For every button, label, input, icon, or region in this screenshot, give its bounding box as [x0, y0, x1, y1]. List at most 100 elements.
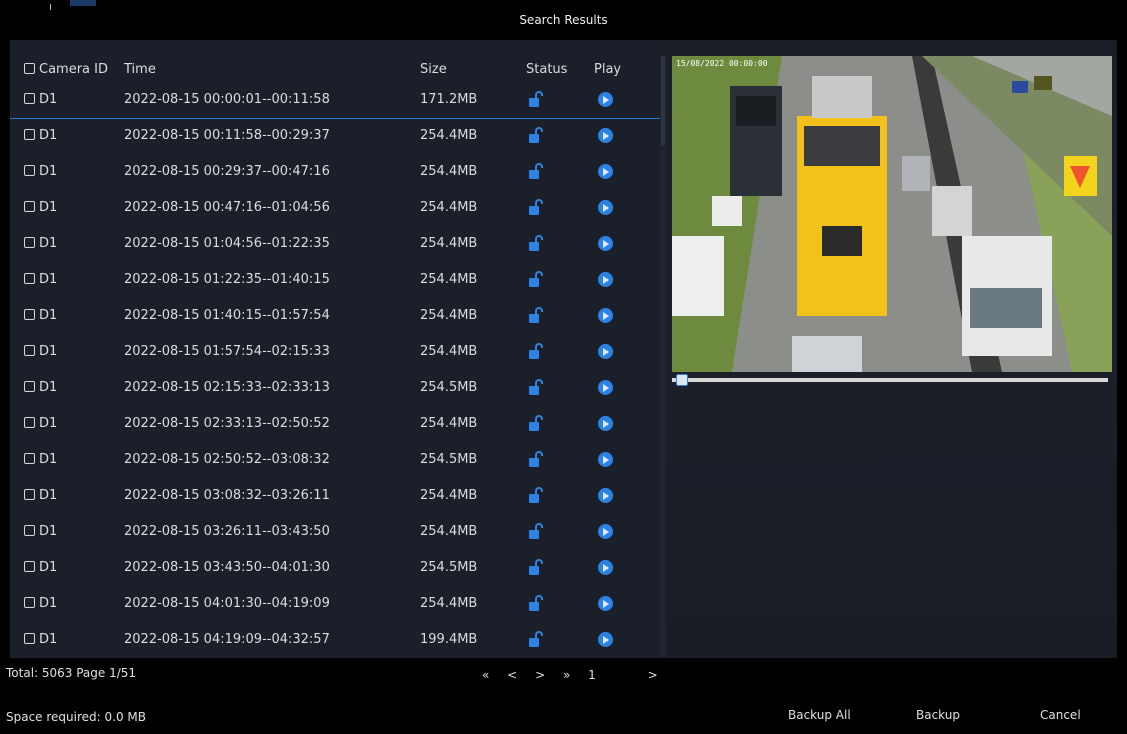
scrollbar-thumb[interactable] [661, 56, 665, 146]
unlock-icon[interactable] [528, 631, 544, 648]
row-checkbox[interactable] [24, 597, 35, 608]
select-all-checkbox[interactable] [24, 63, 35, 74]
play-button[interactable] [598, 524, 613, 539]
unlock-icon[interactable] [528, 523, 544, 540]
row-camera-id-cell[interactable]: D1 [24, 308, 57, 323]
table-row[interactable]: D1 2022-08-15 03:26:11--03:43:50 254.4MB [10, 514, 660, 550]
list-scrollbar[interactable] [660, 56, 666, 656]
unlock-icon[interactable] [528, 91, 544, 108]
cancel-button[interactable]: Cancel [1040, 708, 1081, 722]
select-all-header[interactable]: Camera ID [24, 62, 108, 77]
play-button[interactable] [598, 308, 613, 323]
table-row[interactable]: D1 2022-08-15 02:15:33--02:33:13 254.5MB [10, 370, 660, 406]
playback-slider-handle[interactable] [676, 374, 689, 386]
backup-button[interactable]: Backup [916, 708, 960, 722]
play-button[interactable] [598, 380, 613, 395]
unlock-icon[interactable] [528, 487, 544, 504]
play-icon[interactable] [598, 416, 613, 431]
first-page-button[interactable]: « [482, 668, 489, 682]
row-checkbox[interactable] [24, 93, 35, 104]
table-row[interactable]: D1 2022-08-15 02:33:13--02:50:52 254.4MB [10, 406, 660, 442]
row-camera-id-cell[interactable]: D1 [24, 164, 57, 179]
play-button[interactable] [598, 164, 613, 179]
table-row[interactable]: D1 2022-08-15 01:40:15--01:57:54 254.4MB [10, 298, 660, 334]
row-checkbox[interactable] [24, 273, 35, 284]
row-camera-id-cell[interactable]: D1 [24, 128, 57, 143]
row-camera-id-cell[interactable]: D1 [24, 632, 57, 647]
unlock-icon[interactable] [528, 559, 544, 576]
row-checkbox[interactable] [24, 345, 35, 356]
table-row[interactable]: D1 2022-08-15 02:50:52--03:08:32 254.5MB [10, 442, 660, 478]
play-button[interactable] [598, 236, 613, 251]
play-icon[interactable] [598, 524, 613, 539]
table-row[interactable]: D1 2022-08-15 04:19:09--04:32:57 199.4MB [10, 622, 660, 658]
table-row[interactable]: D1 2022-08-15 03:43:50--04:01:30 254.5MB [10, 550, 660, 586]
row-camera-id-cell[interactable]: D1 [24, 272, 57, 287]
unlock-icon[interactable] [528, 163, 544, 180]
row-checkbox[interactable] [24, 633, 35, 644]
table-row[interactable]: D1 2022-08-15 01:04:56--01:22:35 254.4MB [10, 226, 660, 262]
play-icon[interactable] [598, 560, 613, 575]
row-camera-id-cell[interactable]: D1 [24, 344, 57, 359]
row-checkbox[interactable] [24, 525, 35, 536]
play-button[interactable] [598, 128, 613, 143]
video-preview[interactable]: 15/08/2022 00:00:00 [672, 56, 1112, 372]
row-checkbox[interactable] [24, 381, 35, 392]
unlock-icon[interactable] [528, 415, 544, 432]
table-row[interactable]: D1 2022-08-15 03:08:32--03:26:11 254.4MB [10, 478, 660, 514]
play-button[interactable] [598, 416, 613, 431]
play-icon[interactable] [598, 92, 613, 107]
row-camera-id-cell[interactable]: D1 [24, 560, 57, 575]
table-row[interactable]: D1 2022-08-15 01:57:54--02:15:33 254.4MB [10, 334, 660, 370]
row-checkbox[interactable] [24, 201, 35, 212]
play-button[interactable] [598, 272, 613, 287]
backup-all-button[interactable]: Backup All [788, 708, 851, 722]
unlock-icon[interactable] [528, 127, 544, 144]
play-icon[interactable] [598, 200, 613, 215]
play-icon[interactable] [598, 128, 613, 143]
play-button[interactable] [598, 452, 613, 467]
table-row[interactable]: D1 2022-08-15 00:29:37--00:47:16 254.4MB [10, 154, 660, 190]
row-checkbox[interactable] [24, 417, 35, 428]
unlock-icon[interactable] [528, 595, 544, 612]
play-button[interactable] [598, 488, 613, 503]
row-camera-id-cell[interactable]: D1 [24, 200, 57, 215]
play-icon[interactable] [598, 596, 613, 611]
row-checkbox[interactable] [24, 165, 35, 176]
table-row[interactable]: D1 2022-08-15 01:22:35--01:40:15 254.4MB [10, 262, 660, 298]
row-camera-id-cell[interactable]: D1 [24, 380, 57, 395]
table-row[interactable]: D1 2022-08-15 04:01:30--04:19:09 254.4MB [10, 586, 660, 622]
go-page-button[interactable]: > [648, 668, 658, 682]
column-header-time[interactable]: Time [124, 62, 156, 77]
play-button[interactable] [598, 200, 613, 215]
column-header-size[interactable]: Size [420, 62, 447, 77]
play-icon[interactable] [598, 632, 613, 647]
unlock-icon[interactable] [528, 199, 544, 216]
next-page-button[interactable]: > [535, 668, 545, 682]
last-page-button[interactable]: » [563, 668, 570, 682]
play-icon[interactable] [598, 380, 613, 395]
row-checkbox[interactable] [24, 237, 35, 248]
play-icon[interactable] [598, 488, 613, 503]
unlock-icon[interactable] [528, 271, 544, 288]
unlock-icon[interactable] [528, 307, 544, 324]
page-number-input[interactable]: 1 [588, 668, 596, 682]
table-row[interactable]: D1 2022-08-15 00:11:58--00:29:37 254.4MB [10, 118, 660, 154]
play-button[interactable] [598, 596, 613, 611]
row-camera-id-cell[interactable]: D1 [24, 92, 57, 107]
unlock-icon[interactable] [528, 379, 544, 396]
row-checkbox[interactable] [24, 453, 35, 464]
play-button[interactable] [598, 344, 613, 359]
row-camera-id-cell[interactable]: D1 [24, 596, 57, 611]
table-row[interactable]: D1 2022-08-15 00:47:16--01:04:56 254.4MB [10, 190, 660, 226]
row-checkbox[interactable] [24, 309, 35, 320]
row-camera-id-cell[interactable]: D1 [24, 416, 57, 431]
play-icon[interactable] [598, 164, 613, 179]
playback-progress-bar[interactable] [672, 378, 1108, 382]
row-camera-id-cell[interactable]: D1 [24, 488, 57, 503]
play-icon[interactable] [598, 344, 613, 359]
row-camera-id-cell[interactable]: D1 [24, 524, 57, 539]
row-camera-id-cell[interactable]: D1 [24, 452, 57, 467]
row-checkbox[interactable] [24, 561, 35, 572]
table-row[interactable]: D1 2022-08-15 00:00:01--00:11:58 171.2MB [10, 82, 660, 119]
